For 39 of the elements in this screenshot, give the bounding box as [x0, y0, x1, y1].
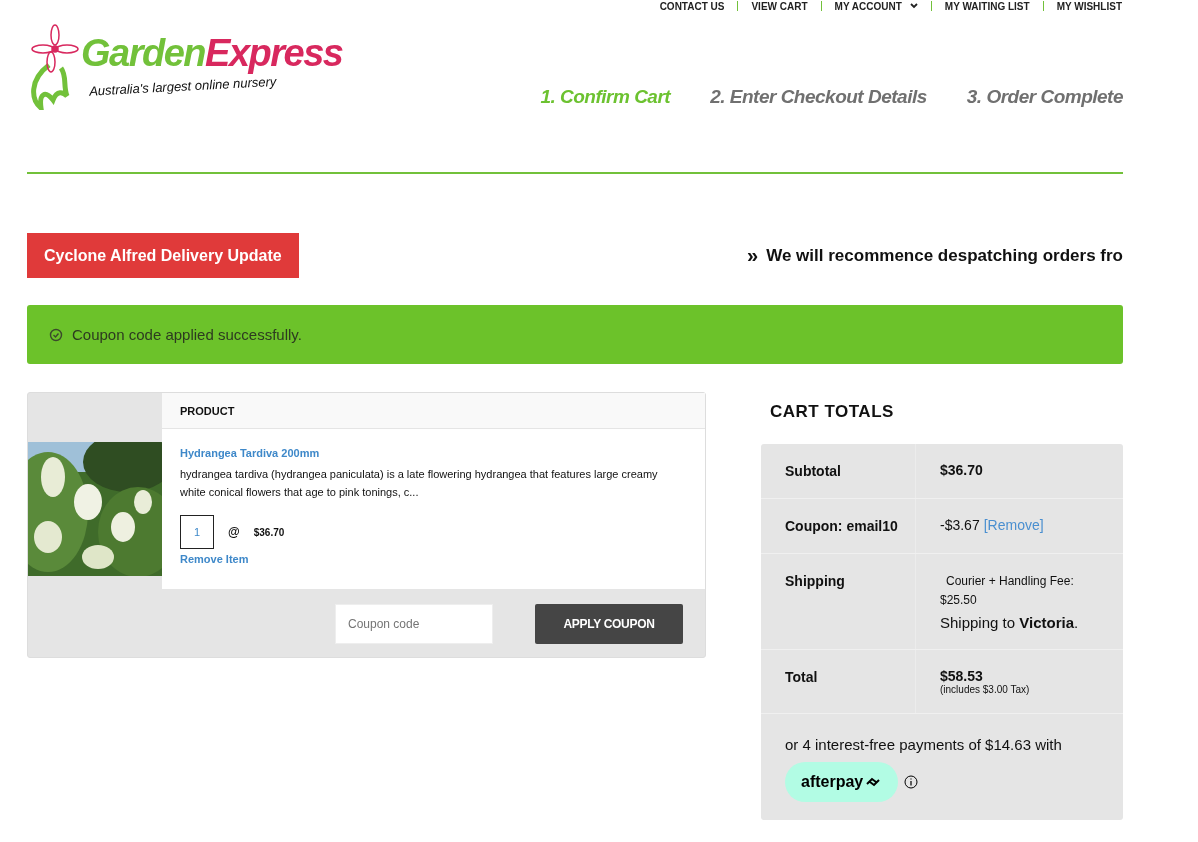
checkout-step: 3. Order Complete — [966, 86, 1123, 108]
tax-note: (includes $3.00 Tax) — [940, 684, 1030, 695]
quantity-field[interactable]: 1 — [180, 515, 214, 549]
total-label: Total — [785, 669, 818, 685]
brand-name: Garden — [81, 32, 206, 74]
shipping-fee: Courier + Handling Fee: $25.50 — [940, 573, 1075, 609]
total-label: Subtotal — [785, 463, 841, 479]
product-description: hydrangea tardiva (hydrangea paniculata) is a late flowering hydrangea that features large creamy white conical flowers that age to pink tonings, c... — [180, 467, 659, 500]
nav-link[interactable]: CONTACT US — [646, 0, 738, 12]
installments-text: or 4 interest-free payments of $14.63 with — [785, 736, 1062, 753]
product-link[interactable]: Hydrangea Tardiva 200mm — [180, 447, 320, 459]
nav-link[interactable]: MY WAITING LIST — [931, 0, 1043, 12]
checkout-step: 1. Confirm Cart — [540, 86, 671, 108]
chevrons-icon: » — [747, 244, 759, 267]
delivery-update-button[interactable]: Cyclone Alfred Delivery Update — [27, 233, 299, 278]
coupon-field[interactable]: Coupon code — [335, 604, 493, 644]
success-message: Coupon code applied successfully. — [72, 326, 302, 343]
total-amount: $58.53 — [940, 668, 983, 684]
nav-link[interactable]: MY ACCOUNT — [821, 0, 931, 12]
brand-name: Express — [205, 32, 343, 74]
discount-amount: -$3.67 — [940, 517, 980, 533]
ticker-text: We will recommence despatching orders fro — [766, 245, 1123, 266]
check-circle-icon — [49, 327, 63, 342]
total-label: Shipping — [785, 573, 845, 589]
shipping-destination: Shipping to Victoria. — [940, 614, 1079, 631]
unit-price: $36.70 — [253, 526, 285, 538]
nav-link[interactable]: VIEW CART — [738, 0, 821, 12]
info-icon[interactable] — [904, 775, 919, 789]
tagline: Australia's largest online nursery — [88, 73, 277, 99]
afterpay-badge: afterpay — [785, 762, 899, 802]
nav-link[interactable]: MY WISHLIST — [1043, 0, 1135, 12]
cart-totals-heading: CART TOTALS — [770, 402, 895, 422]
at-sign: @ — [228, 525, 240, 539]
total-label: Coupon: email10 — [785, 518, 898, 534]
column-header: PRODUCT — [180, 404, 235, 417]
subtotal-amount: $36.70 — [940, 462, 983, 478]
checkout-step: 2. Enter Checkout Details — [710, 86, 927, 108]
remove-item-link[interactable]: Remove Item — [180, 553, 249, 565]
apply-coupon-button[interactable]: APPLY COUPON — [535, 604, 683, 644]
